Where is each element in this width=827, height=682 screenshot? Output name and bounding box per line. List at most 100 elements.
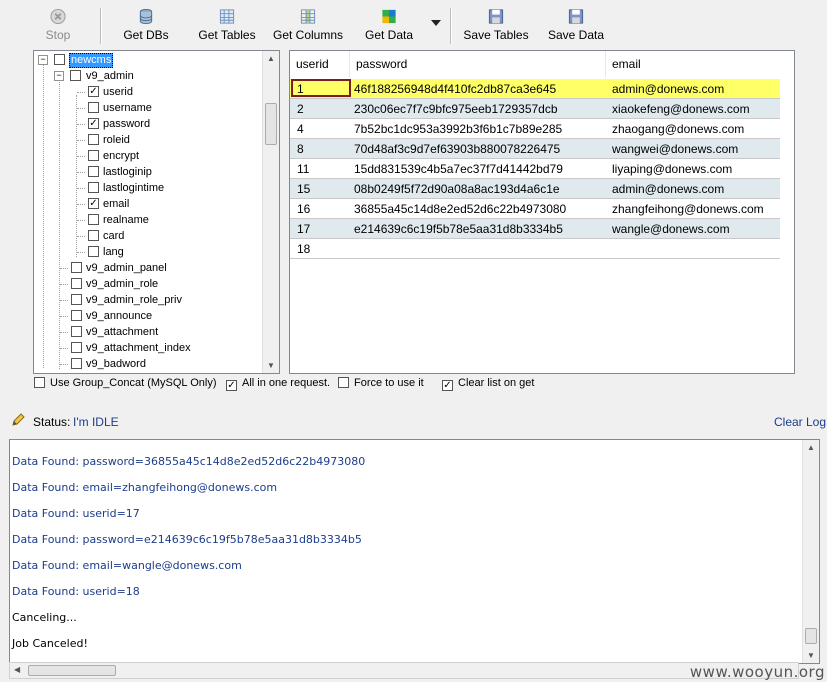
tree-node-table[interactable]: v9_admin_role (60, 276, 261, 292)
column-checkbox[interactable] (88, 214, 99, 225)
tree-node-table[interactable]: − v9_admin (54, 68, 254, 84)
tree-node-column[interactable]: ✓ email (77, 196, 258, 212)
tree-checkbox[interactable] (54, 54, 65, 65)
column-checkbox[interactable] (88, 246, 99, 257)
cell-password[interactable]: 230c06ec7f7c9bfc975eeb1729357dcb (354, 99, 558, 119)
cell-password[interactable]: e214639c6c19f5b78e5aa31d8b3334b5 (354, 219, 563, 239)
column-checkbox[interactable] (88, 166, 99, 177)
cell-email[interactable]: wangle@donews.com (612, 219, 730, 239)
collapse-icon[interactable]: − (38, 55, 48, 65)
tree-node-column[interactable]: ✓ password (77, 116, 258, 132)
cell-password[interactable]: 46f188256948d4f410fc2db87ca3e645 (354, 79, 556, 99)
cell-email[interactable]: zhaogang@donews.com (612, 119, 744, 139)
get-data-dropdown-arrow-icon[interactable] (431, 20, 441, 26)
scroll-down-arrow-icon[interactable]: ▼ (266, 361, 276, 370)
tree-node-column[interactable]: realname (77, 212, 258, 228)
get-tables-button[interactable]: Get Tables (193, 6, 261, 46)
column-header-password[interactable]: password (350, 51, 606, 77)
column-checkbox[interactable] (88, 134, 99, 145)
tree-node-column[interactable]: roleid (77, 132, 258, 148)
column-header-userid[interactable]: userid (290, 51, 350, 77)
cell-userid[interactable]: 17 (297, 219, 310, 239)
cell-password[interactable]: 15dd831539c4b5a7ec37f7d41442bd79 (354, 159, 563, 179)
table-row[interactable]: 1 46f188256948d4f410fc2db87ca3e645 admin@d… (290, 79, 780, 99)
save-tables-button[interactable]: Save Tables (459, 6, 533, 46)
tree-node-column[interactable]: encrypt (77, 148, 258, 164)
scroll-up-arrow-icon[interactable]: ▲ (806, 443, 816, 452)
data-grid[interactable]: userid password email 1 46f188256948d4f41… (289, 50, 795, 374)
table-checkbox[interactable] (71, 326, 82, 337)
cell-userid[interactable]: 15 (297, 179, 310, 199)
table-checkbox[interactable] (71, 358, 82, 369)
scroll-up-arrow-icon[interactable]: ▲ (266, 54, 276, 63)
clear-log-link[interactable]: Clear Log (774, 414, 826, 430)
cell-password[interactable]: 7b52bc1dc953a3992b3f6b1c7b89e285 (354, 119, 562, 139)
cell-email[interactable]: xiaokefeng@donews.com (612, 99, 750, 119)
table-checkbox[interactable] (71, 342, 82, 353)
get-data-button[interactable]: Get Data (361, 6, 417, 46)
tree-node-column[interactable]: lastloginip (77, 164, 258, 180)
save-data-button[interactable]: Save Data (545, 6, 607, 46)
tree-checkbox[interactable] (70, 70, 81, 81)
cell-userid[interactable]: 2 (297, 99, 304, 119)
tree-node-table[interactable]: v9_admin_panel (60, 260, 261, 276)
tree-node-table[interactable]: v9_announce (60, 308, 261, 324)
scroll-thumb[interactable] (805, 628, 817, 644)
log-panel[interactable]: Data Found: password=36855a45c14d8e2ed52… (9, 439, 820, 664)
cell-userid[interactable]: 4 (297, 119, 304, 139)
cell-email[interactable]: admin@donews.com (612, 79, 724, 99)
schema-tree[interactable]: − newcms − v9_admin ✓ userid username ✓ pass… (33, 50, 280, 374)
cell-userid[interactable]: 18 (297, 239, 310, 259)
tree-node-table[interactable]: v9_attachment_index (60, 340, 261, 356)
tree-node-column[interactable]: username (77, 100, 258, 116)
log-vertical-scrollbar[interactable]: ▲ ▼ (802, 440, 819, 663)
cell-userid[interactable]: 16 (297, 199, 310, 219)
scroll-thumb[interactable] (28, 665, 116, 676)
scroll-left-arrow-icon[interactable]: ◀ (14, 665, 20, 674)
all-in-one-option[interactable]: ✓ All in one request. (226, 376, 330, 391)
tree-vertical-scrollbar[interactable]: ▲ ▼ (262, 51, 279, 373)
collapse-icon[interactable]: − (54, 71, 64, 81)
table-row[interactable]: 18 (290, 239, 780, 259)
tree-node-column[interactable]: card (77, 228, 258, 244)
force-checkbox[interactable] (338, 377, 349, 388)
tree-node-table[interactable]: v9_admin_role_priv (60, 292, 261, 308)
scroll-thumb[interactable] (265, 103, 277, 145)
table-row[interactable]: 8 70d48af3c9d7ef63903b880078226475 wangwei… (290, 139, 780, 159)
column-header-email[interactable]: email (606, 51, 780, 77)
column-checkbox[interactable]: ✓ (88, 118, 99, 129)
cell-email[interactable]: wangwei@donews.com (612, 139, 738, 159)
table-checkbox[interactable] (71, 294, 82, 305)
tree-node-table[interactable]: v9_badword (60, 356, 261, 372)
cell-password[interactable]: 36855a45c14d8e2ed52d6c22b4973080 (354, 199, 566, 219)
clear-list-option[interactable]: ✓ Clear list on get (442, 376, 534, 391)
table-row[interactable]: 17 e214639c6c19f5b78e5aa31d8b3334b5 wangle… (290, 219, 780, 239)
table-row[interactable]: 15 08b0249f5f72d90a08a8ac193d4a6c1e admin@… (290, 179, 780, 199)
cell-userid[interactable]: 8 (297, 139, 304, 159)
tree-node-table[interactable]: v9_attachment (60, 324, 261, 340)
table-checkbox[interactable] (71, 310, 82, 321)
tree-node-column[interactable]: lastlogintime (77, 180, 258, 196)
column-checkbox[interactable] (88, 182, 99, 193)
column-checkbox[interactable]: ✓ (88, 86, 99, 97)
tree-node-column[interactable]: lang (77, 244, 258, 260)
tree-node-column[interactable]: ✓ userid (77, 84, 258, 100)
stop-button[interactable]: Stop (40, 6, 76, 46)
cell-password[interactable]: 70d48af3c9d7ef63903b880078226475 (354, 139, 560, 159)
cell-email[interactable]: admin@donews.com (612, 179, 724, 199)
table-checkbox[interactable] (71, 262, 82, 273)
group-concat-option[interactable]: Use Group_Concat (MySQL Only) (34, 376, 216, 390)
get-columns-button[interactable]: Get Columns (269, 6, 347, 46)
table-row[interactable]: 2 230c06ec7f7c9bfc975eeb1729357dcb xiaokef… (290, 99, 780, 119)
all-in-one-checkbox[interactable]: ✓ (226, 380, 237, 391)
cell-userid[interactable]: 1 (297, 79, 304, 99)
group-concat-checkbox[interactable] (34, 377, 45, 388)
table-checkbox[interactable] (71, 278, 82, 289)
cell-email[interactable]: liyaping@donews.com (612, 159, 732, 179)
tree-node-db[interactable]: − newcms (38, 52, 258, 68)
force-option[interactable]: Force to use it (338, 376, 424, 390)
table-row[interactable]: 11 15dd831539c4b5a7ec37f7d41442bd79 liyapi… (290, 159, 780, 179)
column-checkbox[interactable] (88, 150, 99, 161)
column-checkbox[interactable] (88, 102, 99, 113)
clear-list-checkbox[interactable]: ✓ (442, 380, 453, 391)
